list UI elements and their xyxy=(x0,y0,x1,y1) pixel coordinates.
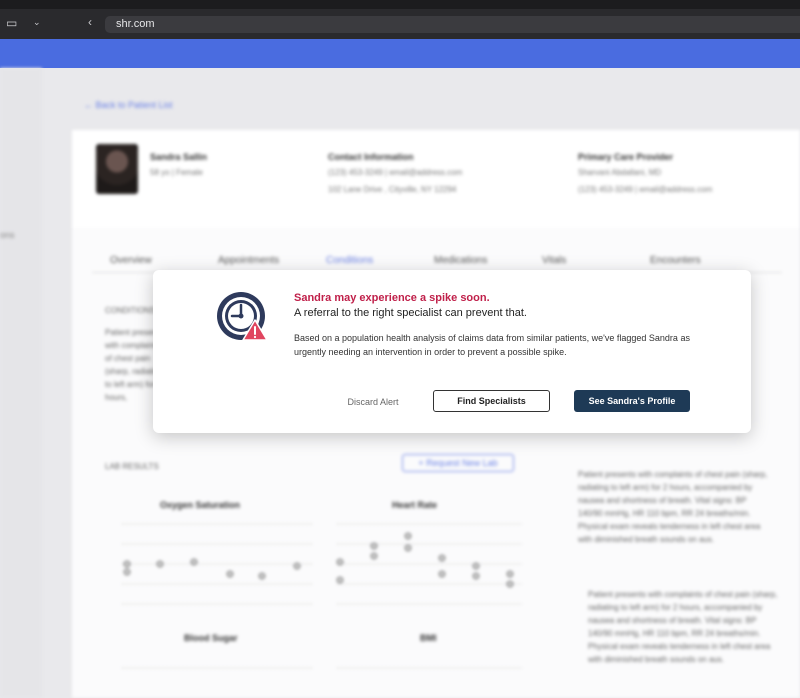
tab-appointments[interactable]: Appointments xyxy=(218,255,326,269)
tab-vitals[interactable]: Vitals xyxy=(542,255,650,269)
chart-title-oxygen: Oxygen Saturation xyxy=(160,500,241,510)
chevron-down-icon[interactable]: ⌄ xyxy=(33,17,41,28)
patient-name: Sandra Sallin xyxy=(150,152,208,162)
spike-alert-modal: Sandra may experience a spike soon. A re… xyxy=(153,270,751,433)
pcp-line1: Sharvani Abdallani, MD xyxy=(578,168,662,177)
sidebar-label: ons xyxy=(0,230,15,240)
browser-toolbar: ▭ ⌄ ‹ shr.com xyxy=(0,9,800,39)
chart-title-heart-rate: Heart Rate xyxy=(392,500,438,510)
request-lab-button[interactable]: + Request New Lab xyxy=(402,454,514,472)
tab-overview[interactable]: Overview xyxy=(110,255,218,269)
discard-alert-button[interactable]: Discard Alert xyxy=(335,391,411,412)
app-header-band xyxy=(0,39,800,68)
contact-line2: 102 Lane Drive , Cityville, NY 12294 xyxy=(328,185,457,194)
find-specialists-button[interactable]: Find Specialists xyxy=(433,390,550,412)
tab-conditions[interactable]: Conditions xyxy=(326,255,434,269)
arrow-left-icon: ← xyxy=(84,100,96,110)
back-to-list-link[interactable]: ← Back to Patient List xyxy=(84,100,173,110)
pcp-title: Primary Care Provider xyxy=(578,152,674,162)
alert-headline: Sandra may experience a spike soon. xyxy=(294,292,490,304)
see-profile-button[interactable]: See Sandra's Profile xyxy=(574,390,690,412)
lab-results-label: LAB RESULTS xyxy=(105,462,159,471)
lab-charts-svg xyxy=(122,523,522,669)
back-arrow-icon[interactable]: ‹ xyxy=(88,15,92,29)
encounter-note-2: Patient presents with complaints of ches… xyxy=(588,590,778,664)
contact-title: Contact Information xyxy=(328,152,414,162)
tab-encounters[interactable]: Encounters xyxy=(650,255,758,269)
avatar xyxy=(96,144,138,194)
clock-warning-icon xyxy=(217,292,268,341)
address-bar[interactable]: shr.com xyxy=(105,16,800,33)
conditions-label: CONDITIONS xyxy=(105,306,156,315)
sidebar-toggle-icon[interactable]: ▭ xyxy=(6,16,17,30)
pcp-line2: (123) 453-3249 | email@address.com xyxy=(578,185,713,194)
tab-medications[interactable]: Medications xyxy=(434,255,542,269)
left-sidebar: ons xyxy=(0,68,42,698)
encounter-note-1: Patient presents with complaints of ches… xyxy=(578,470,768,544)
tab-bar: Overview Appointments Conditions Medicat… xyxy=(110,255,770,269)
contact-line1: (123) 453-3249 | email@address.com xyxy=(328,168,463,177)
alert-body: Based on a population health analysis of… xyxy=(294,333,690,357)
alert-subline: A referral to the right specialist can p… xyxy=(294,307,527,319)
os-top-bar xyxy=(0,0,800,9)
patient-meta: 58 yo | Female xyxy=(150,168,203,177)
